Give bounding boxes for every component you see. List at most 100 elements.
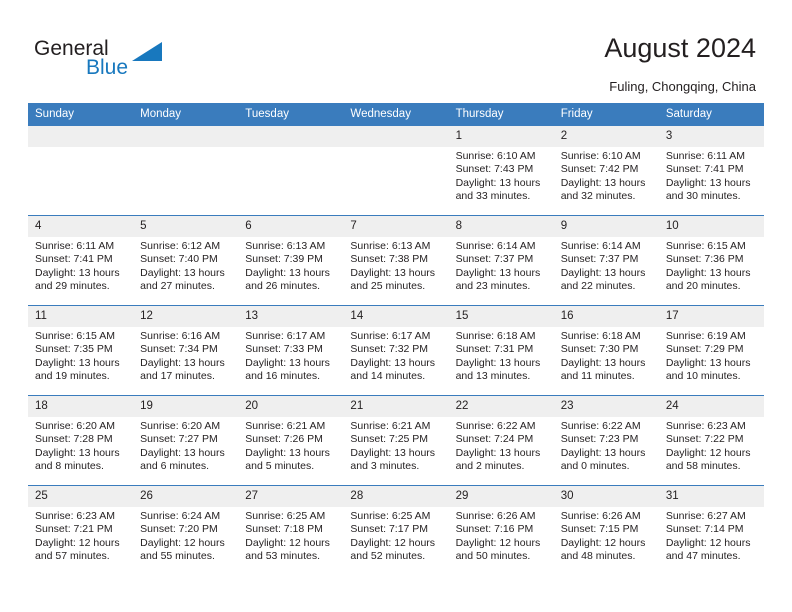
sun-info-line: Sunrise: 6:18 AM xyxy=(560,330,641,342)
sun-info-line: Daylight: 12 hours xyxy=(560,536,646,549)
sun-info-line: Sunrise: 6:20 AM xyxy=(140,420,221,432)
sun-info: Sunrise: 6:16 AM Sunset: 7:34 PM Daylight:… xyxy=(133,327,238,384)
sun-info: Sunrise: 6:17 AM Sunset: 7:32 PM Daylight:… xyxy=(343,327,448,384)
sun-info: Sunrise: 6:15 AM Sunset: 7:35 PM Daylight:… xyxy=(28,327,133,384)
calendar-day-cell[interactable]: 13 Sunrise: 6:17 AM Sunset: 7:33 PM Dayligh… xyxy=(238,305,344,396)
calendar-day-cell[interactable]: 7 Sunrise: 6:13 AM Sunset: 7:38 PM Daylight… xyxy=(343,215,449,306)
calendar-day-cell[interactable]: 4 Sunrise: 6:11 AM Sunset: 7:41 PM Daylight… xyxy=(28,215,134,306)
sun-info: Sunrise: 6:20 AM Sunset: 7:27 PM Daylight:… xyxy=(133,417,238,474)
sun-info-line: Sunset: 7:29 PM xyxy=(665,343,744,356)
general-blue-logo[interactable]: General Blue xyxy=(34,38,204,86)
day-cell-content: 1 Sunrise: 6:10 AM Sunset: 7:43 PM Daylight… xyxy=(448,126,554,215)
sun-info: Sunrise: 6:23 AM Sunset: 7:22 PM Daylight:… xyxy=(659,417,764,474)
sun-info-line: Sunset: 7:33 PM xyxy=(245,343,323,356)
calendar-day-cell[interactable]: 30 Sunrise: 6:26 AM Sunset: 7:15 PM Dayligh… xyxy=(553,485,659,576)
sun-info-line: Sunset: 7:15 PM xyxy=(560,523,639,536)
sun-info-line: Sunset: 7:36 PM xyxy=(665,253,744,266)
day-cell-content: 21 Sunrise: 6:21 AM Sunset: 7:25 PM Dayligh… xyxy=(343,396,449,485)
calendar-day-cell[interactable]: 6 Sunrise: 6:13 AM Sunset: 7:39 PM Daylight… xyxy=(238,215,344,306)
sun-info-line: Daylight: 12 hours xyxy=(245,536,330,549)
day-cell-content xyxy=(28,126,134,215)
calendar-day-cell[interactable]: 29 Sunrise: 6:26 AM Sunset: 7:16 PM Dayligh… xyxy=(448,485,554,576)
calendar-day-cell[interactable]: 12 Sunrise: 6:16 AM Sunset: 7:34 PM Dayligh… xyxy=(133,305,239,396)
sun-info-line: Sunset: 7:28 PM xyxy=(35,433,113,446)
day-number: 5 xyxy=(133,216,239,237)
sun-info-line: Sunset: 7:37 PM xyxy=(455,253,534,266)
sun-info-line: Sunset: 7:22 PM xyxy=(665,433,744,446)
calendar-day-cell[interactable]: 15 Sunrise: 6:18 AM Sunset: 7:31 PM Dayligh… xyxy=(448,305,554,396)
sun-info-line: Sunrise: 6:23 AM xyxy=(665,420,746,432)
sun-info-line: Sunset: 7:41 PM xyxy=(35,253,113,266)
calendar-day-cell[interactable]: 25 Sunrise: 6:23 AM Sunset: 7:21 PM Dayligh… xyxy=(28,485,134,576)
calendar-day-cell[interactable]: 24 Sunrise: 6:23 AM Sunset: 7:22 PM Dayligh… xyxy=(658,395,764,486)
day-number: 31 xyxy=(658,486,764,507)
sun-info-line: Sunrise: 6:25 AM xyxy=(245,510,326,522)
day-number: 19 xyxy=(133,396,239,417)
sun-info-line: Daylight: 12 hours xyxy=(35,536,120,549)
sun-info: Sunrise: 6:20 AM Sunset: 7:28 PM Daylight:… xyxy=(28,417,133,474)
calendar-day-cell[interactable]: 8 Sunrise: 6:14 AM Sunset: 7:37 PM Daylight… xyxy=(448,215,554,306)
calendar-day-cell[interactable]: 2 Sunrise: 6:10 AM Sunset: 7:42 PM Daylight… xyxy=(553,125,659,216)
calendar-day-cell[interactable]: 23 Sunrise: 6:22 AM Sunset: 7:23 PM Dayligh… xyxy=(553,395,659,486)
sun-info-line: Daylight: 12 hours xyxy=(350,536,436,549)
weekday-header-monday: Monday xyxy=(133,103,239,126)
calendar-day-cell[interactable]: 18 Sunrise: 6:20 AM Sunset: 7:28 PM Dayligh… xyxy=(28,395,134,486)
calendar-day-cell[interactable]: 21 Sunrise: 6:21 AM Sunset: 7:25 PM Dayligh… xyxy=(343,395,449,486)
day-number: 30 xyxy=(553,486,659,507)
sun-info-line: Sunset: 7:25 PM xyxy=(350,433,429,446)
calendar-day-cell[interactable]: 3 Sunrise: 6:11 AM Sunset: 7:41 PM Daylight… xyxy=(658,125,764,216)
sun-info-line: Daylight: 13 hours xyxy=(350,446,436,459)
calendar-day-cell[interactable]: 17 Sunrise: 6:19 AM Sunset: 7:29 PM Dayligh… xyxy=(658,305,764,396)
day-cell-content: 15 Sunrise: 6:18 AM Sunset: 7:31 PM Dayligh… xyxy=(448,306,554,395)
sun-info: Sunrise: 6:15 AM Sunset: 7:36 PM Daylight:… xyxy=(659,237,764,294)
page-title: August 2024 xyxy=(604,33,756,63)
day-cell-content: 7 Sunrise: 6:13 AM Sunset: 7:38 PM Daylight… xyxy=(343,216,449,305)
sun-info-line: Daylight: 12 hours xyxy=(455,536,541,549)
calendar-day-cell[interactable]: 28 Sunrise: 6:25 AM Sunset: 7:17 PM Dayligh… xyxy=(343,485,449,576)
day-number: 15 xyxy=(448,306,554,327)
calendar-day-cell[interactable]: 27 Sunrise: 6:25 AM Sunset: 7:18 PM Dayligh… xyxy=(238,485,344,576)
sun-info: Sunrise: 6:22 AM Sunset: 7:23 PM Daylight:… xyxy=(554,417,659,474)
calendar-day-cell[interactable]: 10 Sunrise: 6:15 AM Sunset: 7:36 PM Dayligh… xyxy=(658,215,764,306)
weekday-header-thursday: Thursday xyxy=(448,103,554,126)
calendar-day-cell[interactable]: 19 Sunrise: 6:20 AM Sunset: 7:27 PM Dayligh… xyxy=(133,395,239,486)
calendar-day-cell[interactable]: 14 Sunrise: 6:17 AM Sunset: 7:32 PM Dayligh… xyxy=(343,305,449,396)
sun-info-line: and 20 minutes. xyxy=(665,280,741,293)
calendar-day-cell[interactable]: 16 Sunrise: 6:18 AM Sunset: 7:30 PM Dayligh… xyxy=(553,305,659,396)
day-cell-content xyxy=(133,126,239,215)
sun-info-line: Sunrise: 6:22 AM xyxy=(560,420,641,432)
calendar-day-cell[interactable]: 9 Sunrise: 6:14 AM Sunset: 7:37 PM Daylight… xyxy=(553,215,659,306)
sun-info-line: and 0 minutes. xyxy=(560,460,630,473)
sun-info-line: Sunrise: 6:22 AM xyxy=(455,420,536,432)
sun-info-line: Sunset: 7:39 PM xyxy=(245,253,323,266)
day-cell-content xyxy=(343,126,449,215)
day-number: 17 xyxy=(658,306,764,327)
sun-info: Sunrise: 6:10 AM Sunset: 7:42 PM Daylight:… xyxy=(554,147,659,204)
calendar-day-cell[interactable]: 1 Sunrise: 6:10 AM Sunset: 7:43 PM Daylight… xyxy=(448,125,554,216)
sun-info: Sunrise: 6:11 AM Sunset: 7:41 PM Daylight:… xyxy=(659,147,764,204)
calendar-cell-empty xyxy=(28,125,134,216)
sun-info-line: Sunset: 7:14 PM xyxy=(665,523,744,536)
day-number: 28 xyxy=(343,486,449,507)
day-number: 20 xyxy=(238,396,344,417)
calendar-body: 1 Sunrise: 6:10 AM Sunset: 7:43 PM Daylight… xyxy=(28,125,764,576)
day-cell-content: 6 Sunrise: 6:13 AM Sunset: 7:39 PM Daylight… xyxy=(238,216,344,305)
day-number: 14 xyxy=(343,306,449,327)
day-number: 26 xyxy=(133,486,239,507)
calendar-day-cell[interactable]: 20 Sunrise: 6:21 AM Sunset: 7:26 PM Dayligh… xyxy=(238,395,344,486)
calendar-day-cell[interactable]: 26 Sunrise: 6:24 AM Sunset: 7:20 PM Dayligh… xyxy=(133,485,239,576)
sun-info-line: Sunrise: 6:21 AM xyxy=(350,420,431,432)
sun-info-line: Sunset: 7:17 PM xyxy=(350,523,429,536)
calendar-day-cell[interactable]: 11 Sunrise: 6:15 AM Sunset: 7:35 PM Dayligh… xyxy=(28,305,134,396)
calendar-day-cell[interactable]: 22 Sunrise: 6:22 AM Sunset: 7:24 PM Dayligh… xyxy=(448,395,554,486)
day-cell-content: 18 Sunrise: 6:20 AM Sunset: 7:28 PM Dayligh… xyxy=(28,396,134,485)
sun-info-line: Sunrise: 6:17 AM xyxy=(245,330,326,342)
sun-info-line: Sunset: 7:18 PM xyxy=(245,523,323,536)
calendar-day-cell[interactable]: 5 Sunrise: 6:12 AM Sunset: 7:40 PM Daylight… xyxy=(133,215,239,306)
day-number: 1 xyxy=(448,126,554,147)
sun-info-line: Daylight: 13 hours xyxy=(455,356,541,369)
sun-info-line: Sunset: 7:35 PM xyxy=(35,343,113,356)
day-cell-content: 30 Sunrise: 6:26 AM Sunset: 7:15 PM Dayligh… xyxy=(553,486,659,575)
day-number: 11 xyxy=(28,306,134,327)
calendar-day-cell[interactable]: 31 Sunrise: 6:27 AM Sunset: 7:14 PM Dayligh… xyxy=(658,485,764,576)
